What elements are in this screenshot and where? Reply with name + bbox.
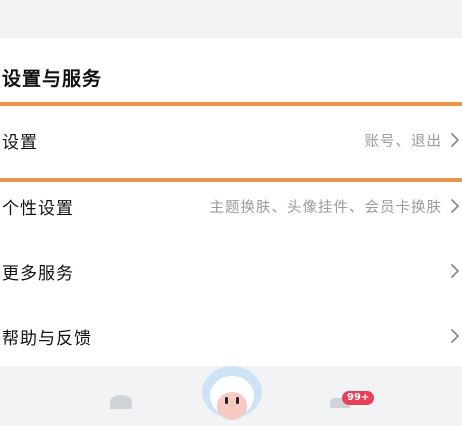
row-settings[interactable]: 设置 账号、退出 bbox=[0, 118, 462, 162]
row-settings-label: 设置 bbox=[2, 132, 38, 153]
chevron-right-icon bbox=[450, 132, 460, 148]
chevron-right-icon bbox=[450, 198, 460, 214]
row-help-feedback-label: 帮助与反馈 bbox=[2, 328, 92, 349]
tab-icon-left[interactable] bbox=[110, 395, 132, 409]
section-title: 设置与服务 bbox=[2, 68, 103, 90]
notification-badge: 99+ bbox=[342, 391, 375, 405]
chevron-right-icon bbox=[450, 328, 460, 344]
highlight-bottom-line bbox=[0, 178, 462, 182]
row-personalization-label: 个性设置 bbox=[2, 198, 74, 219]
row-personalization[interactable]: 个性设置 主题换肤、头像挂件、会员卡换肤 bbox=[0, 184, 462, 228]
mascot-tab-icon[interactable] bbox=[197, 362, 267, 422]
chevron-right-icon bbox=[450, 263, 460, 279]
row-more-services-label: 更多服务 bbox=[2, 263, 74, 284]
row-settings-detail: 账号、退出 bbox=[364, 133, 442, 150]
top-spacer bbox=[0, 0, 462, 38]
highlight-top-line bbox=[0, 102, 462, 106]
row-personalization-detail: 主题换肤、头像挂件、会员卡换肤 bbox=[209, 199, 442, 216]
row-help-feedback[interactable]: 帮助与反馈 bbox=[0, 314, 462, 358]
row-more-services[interactable]: 更多服务 bbox=[0, 249, 462, 293]
